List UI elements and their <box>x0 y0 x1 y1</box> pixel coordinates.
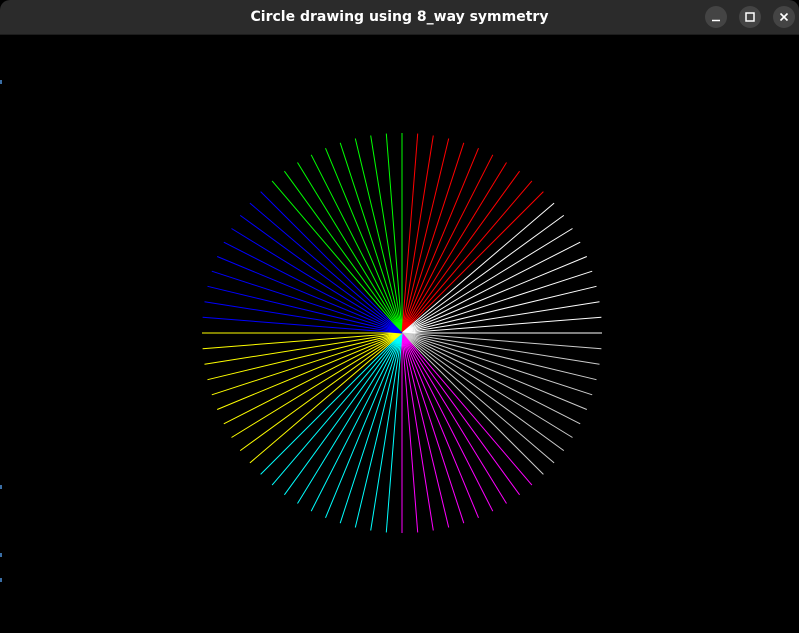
minimize-button[interactable] <box>705 6 727 28</box>
radial-line <box>401 332 465 524</box>
maximize-icon <box>745 12 755 22</box>
radial-line <box>385 332 403 533</box>
radial-line <box>249 332 403 464</box>
radial-line <box>401 133 419 334</box>
edge-marker <box>0 485 2 489</box>
circle-drawing <box>202 133 602 533</box>
radial-line <box>249 202 403 334</box>
radial-line <box>231 228 403 334</box>
edge-marker <box>0 553 2 557</box>
radial-line <box>401 191 544 334</box>
radial-line <box>401 332 419 533</box>
radial-line <box>401 316 602 334</box>
radial-line <box>401 332 544 475</box>
app-window: Circle drawing using 8_way symmetry <box>0 0 799 633</box>
edge-marker <box>0 80 2 84</box>
radial-line <box>339 332 403 524</box>
radial-line <box>401 332 593 396</box>
radial-line <box>211 332 403 396</box>
radial-line <box>401 270 593 334</box>
radial-line <box>211 270 403 334</box>
radial-line <box>202 332 403 350</box>
maximize-button[interactable] <box>739 6 761 28</box>
drawing-canvas <box>0 35 799 633</box>
radial-line <box>231 332 403 438</box>
radial-line <box>401 228 573 334</box>
radial-line <box>401 332 555 464</box>
radial-line <box>297 332 403 504</box>
radial-line <box>401 162 507 334</box>
radial-line <box>401 332 533 486</box>
radial-line <box>401 202 555 334</box>
radial-line <box>202 316 403 334</box>
title-bar[interactable]: Circle drawing using 8_way symmetry <box>0 0 799 35</box>
radial-line <box>271 332 403 486</box>
close-button[interactable] <box>773 6 795 28</box>
edge-marker <box>0 578 2 582</box>
minimize-icon <box>712 19 720 22</box>
radial-line <box>401 142 465 334</box>
radial-line <box>401 180 533 334</box>
radial-line <box>260 191 403 334</box>
radial-line <box>260 332 403 475</box>
radial-line <box>271 180 403 334</box>
radial-line <box>297 162 403 334</box>
radial-line <box>401 332 573 438</box>
radial-line <box>385 133 403 334</box>
radial-line <box>401 332 602 350</box>
radial-line <box>401 332 507 504</box>
close-icon <box>779 12 789 22</box>
window-title: Circle drawing using 8_way symmetry <box>250 9 549 25</box>
radial-line <box>339 142 403 334</box>
